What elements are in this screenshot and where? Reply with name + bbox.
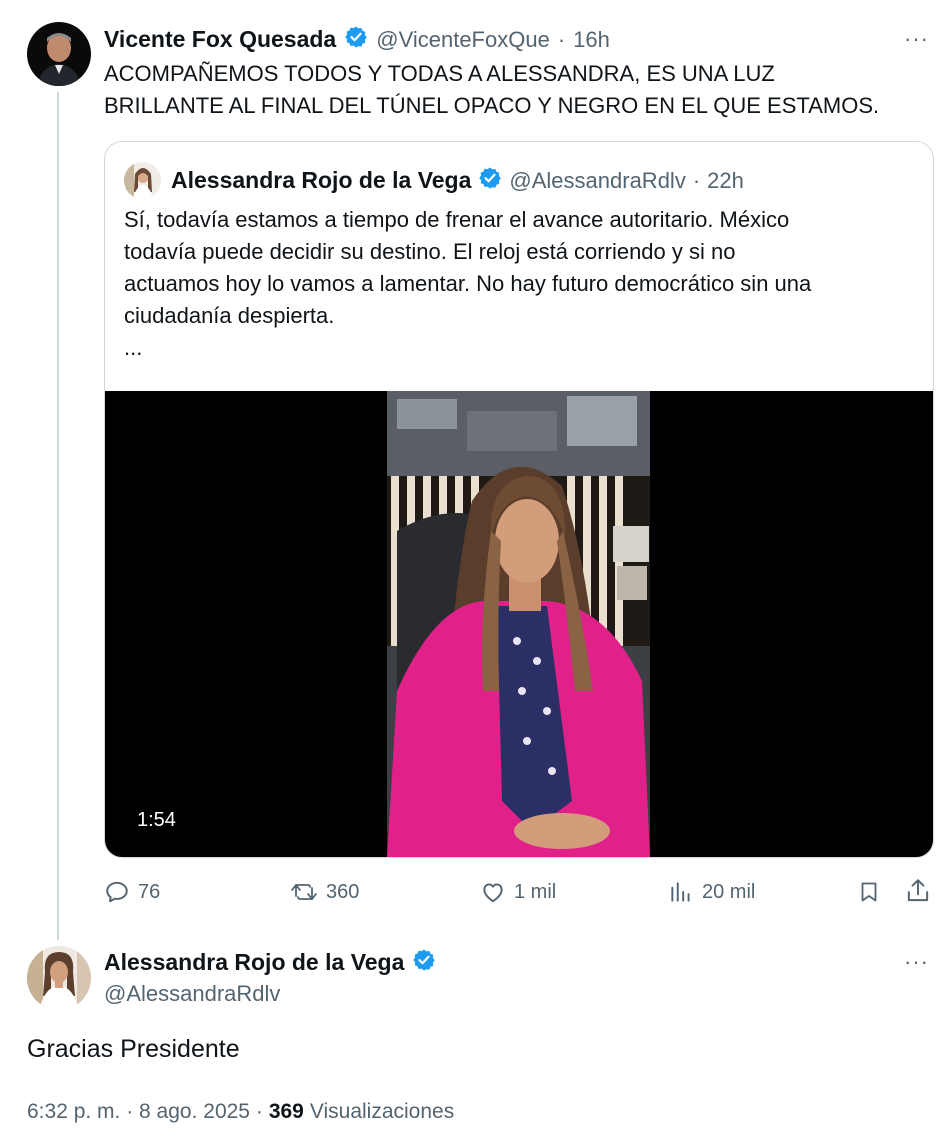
verified-badge-icon [412,948,436,977]
repost-icon [290,879,318,905]
views-button[interactable]: 20 mil [668,879,755,905]
reply-header: Alessandra Rojo de la Vega [104,948,436,977]
video-frame [387,391,650,857]
views-count: 20 mil [702,880,756,903]
quoted-handle: @AlessandraRdlv [509,167,686,193]
repost-count: 360 [326,880,360,903]
separator: · [692,167,701,193]
analytics-icon [668,879,694,905]
bookmark-icon [857,882,881,909]
quoted-tweet-card[interactable]: Alessandra Rojo de la Vega @AlessandraRd… [104,141,934,858]
quoted-text-line: actuamos hoy lo vamos a lamentar. No hay… [124,271,812,296]
more-options-icon[interactable]: ··· [904,949,929,975]
heart-icon [480,879,506,905]
quoted-text-line: ciudadanía despierta. [124,303,335,328]
quoted-tweet-text: Sí, todavía estamos a tiempo de frenar e… [124,204,924,364]
quoted-author-avatar [124,162,161,199]
author-handle[interactable]: @VicenteFoxQue [376,27,550,53]
quoted-text-line: todavía puede decidir su destino. El rel… [124,239,736,264]
share-button[interactable] [905,877,931,910]
quoted-author-name: Alessandra Rojo de la Vega [171,167,472,193]
main-tweet-text: ACOMPAÑEMOS TODOS Y TODAS A ALESSANDRA, … [104,58,934,122]
reply-timestamp[interactable]: 6:32 p. m. · 8 ago. 2025 · [27,1100,263,1124]
verified-badge-icon [478,166,502,195]
main-tweet-line: BRILLANTE AL FINAL DEL TÚNEL OPACO Y NEG… [104,93,880,118]
reply-count: 76 [138,880,161,903]
verified-badge-icon [344,25,368,54]
reply-meta: 6:32 p. m. · 8 ago. 2025 · 369 Visualiza… [27,1100,454,1124]
reply-author-name[interactable]: Alessandra Rojo de la Vega [104,949,404,976]
like-count: 1 mil [514,880,557,903]
reply-button[interactable]: 76 [104,879,160,905]
reply-icon [104,879,130,905]
video-duration: 1:54 [137,809,176,831]
reply-author-handle[interactable]: @AlessandraRdlv [104,981,280,1007]
repost-button[interactable]: 360 [290,879,359,905]
bookmark-button[interactable] [857,879,881,910]
more-options-icon[interactable]: ··· [904,26,929,52]
quoted-text-line: ... [124,335,143,360]
quoted-time: 22h [707,167,744,193]
quoted-text-line: Sí, todavía estamos a tiempo de frenar e… [124,207,790,232]
vicente-fox-avatar[interactable] [27,22,91,86]
like-button[interactable]: 1 mil [480,879,556,905]
share-icon [905,879,931,909]
video-player[interactable]: 1:54 [105,391,933,857]
tweet-time[interactable]: 16h [573,27,610,53]
thread-line [57,92,59,940]
main-tweet-header: Vicente Fox Quesada @VicenteFoxQue · 16h [104,25,610,54]
reply-text: Gracias Presidente [27,1035,240,1063]
quoted-header: Alessandra Rojo de la Vega @AlessandraRd… [171,166,744,195]
separator: · [557,26,566,52]
main-tweet-line: ACOMPAÑEMOS TODOS Y TODAS A ALESSANDRA, … [104,61,775,86]
author-name[interactable]: Vicente Fox Quesada [104,26,336,53]
alessandra-avatar[interactable] [27,946,91,1010]
reply-views-count: 369 [268,1100,304,1123]
reply-views-label: Visualizaciones [309,1100,455,1123]
